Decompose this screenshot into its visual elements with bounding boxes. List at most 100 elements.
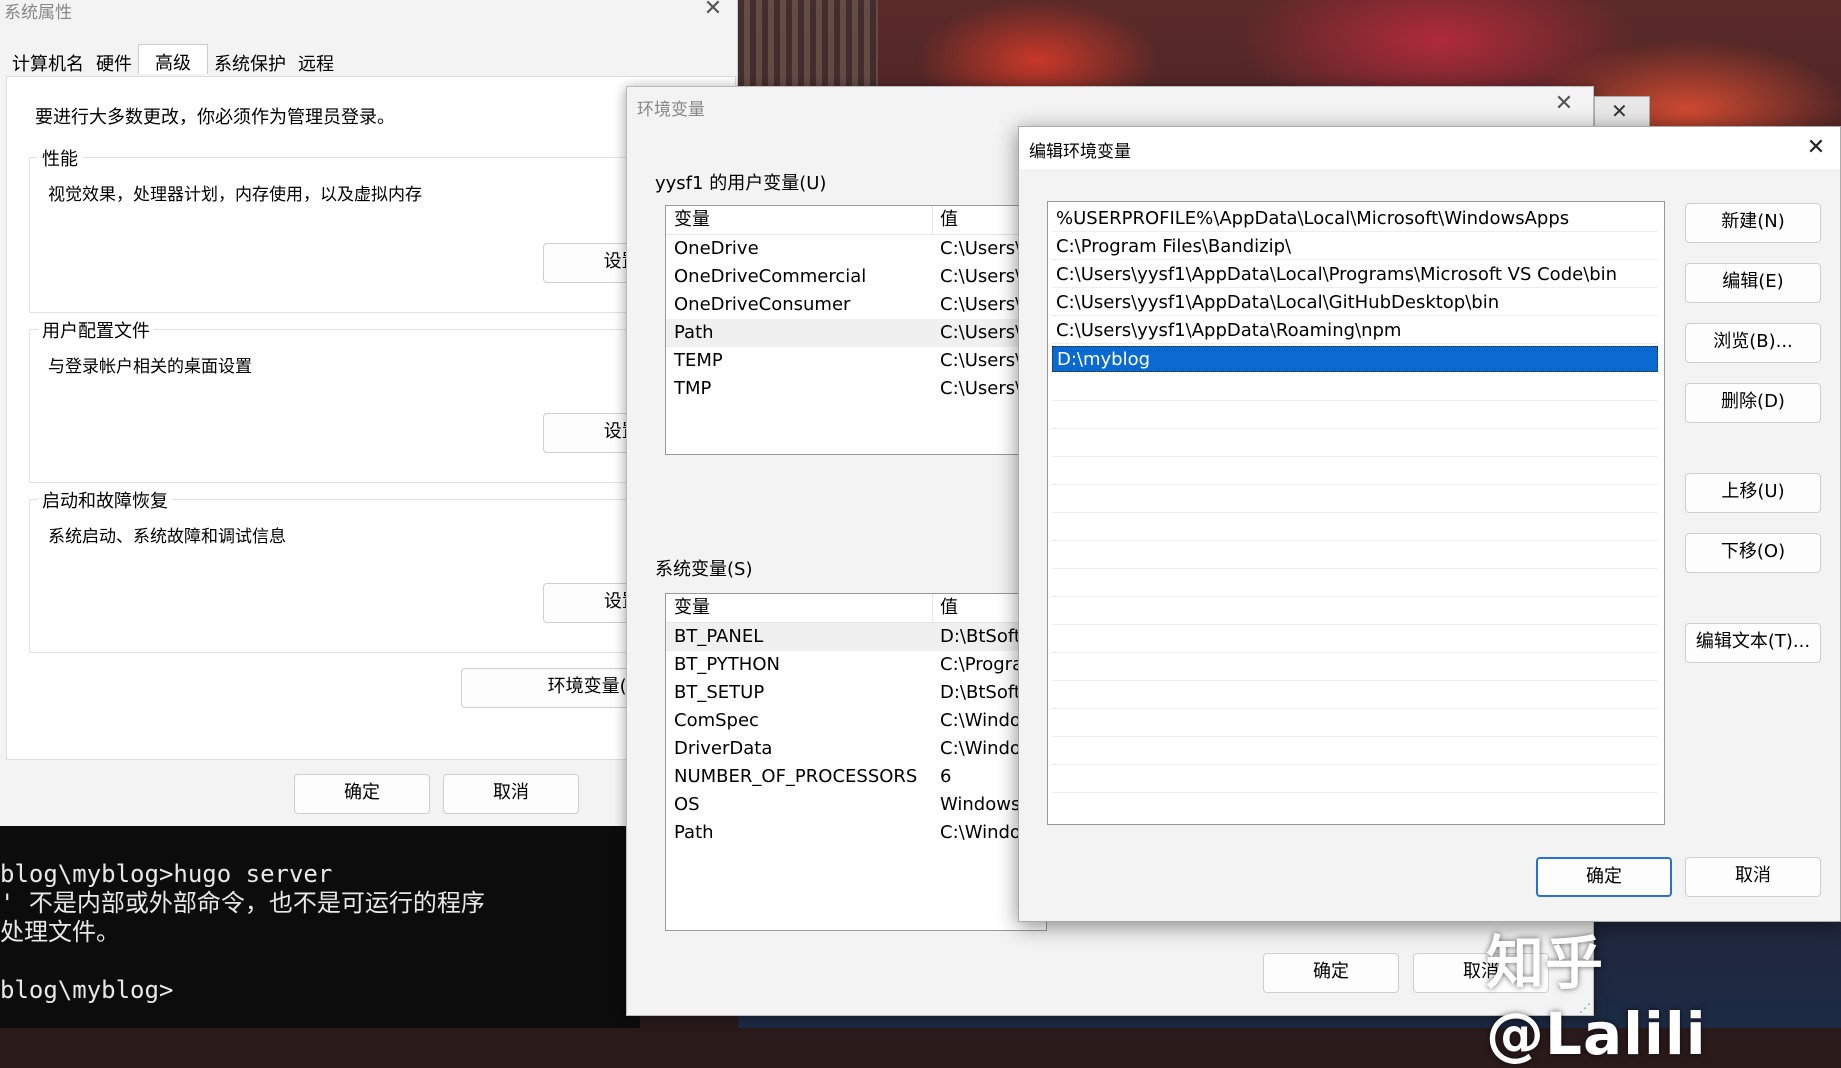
variable-name: BT_SETUP bbox=[674, 682, 765, 703]
variable-name: OneDrive bbox=[674, 238, 759, 259]
list-item[interactable]: OneDriveCommercial C:\Users\ bbox=[666, 263, 1046, 291]
variable-value: C:\Users\ bbox=[940, 322, 1022, 343]
window-title: 编辑环境变量 bbox=[1029, 142, 1131, 162]
row-divider bbox=[1052, 764, 1658, 765]
close-icon[interactable]: ✕ bbox=[1549, 91, 1579, 116]
path-entry[interactable]: C:\Program Files\Bandizip\ bbox=[1052, 234, 1658, 260]
terminal-line: blog\myblog>hugo server bbox=[0, 860, 333, 888]
list-item[interactable]: BT_SETUP D:\BtSoft bbox=[666, 679, 1046, 707]
background-window-edge: ✕ bbox=[1594, 96, 1650, 128]
window-title: 系统属性 bbox=[4, 3, 72, 23]
tab-advanced[interactable]: 高级 bbox=[138, 44, 208, 74]
variable-name: OneDriveConsumer bbox=[674, 294, 851, 315]
new-button[interactable]: 新建(N) bbox=[1685, 203, 1821, 243]
column-header-value[interactable]: 值 bbox=[940, 594, 958, 622]
delete-button[interactable]: 删除(D) bbox=[1685, 383, 1821, 423]
row-divider bbox=[1052, 568, 1658, 569]
variable-name: OneDriveCommercial bbox=[674, 266, 867, 287]
row-divider bbox=[1052, 624, 1658, 625]
tab-remote[interactable]: 远程 bbox=[292, 46, 340, 76]
column-header-variable[interactable]: 变量 bbox=[674, 594, 710, 622]
path-entry[interactable]: C:\Users\yysf1\AppData\Local\Programs\Mi… bbox=[1052, 262, 1658, 288]
column-divider[interactable] bbox=[932, 594, 933, 622]
list-item[interactable]: TEMP C:\Users\ bbox=[666, 347, 1046, 375]
group-description: 与登录帐户相关的桌面设置 bbox=[48, 357, 252, 377]
list-item[interactable]: OS Windows bbox=[666, 791, 1046, 819]
tab-bar: 计算机名 硬件 高级 系统保护 远程 bbox=[6, 44, 340, 76]
path-list[interactable]: %USERPROFILE%\AppData\Local\Microsoft\Wi… bbox=[1047, 201, 1665, 825]
row-divider bbox=[1052, 400, 1658, 401]
variable-value: C:\Users\ bbox=[940, 266, 1022, 287]
list-item[interactable]: OneDrive C:\Users\ bbox=[666, 235, 1046, 263]
ok-button[interactable]: 确定 bbox=[1263, 953, 1399, 993]
edit-button[interactable]: 编辑(E) bbox=[1685, 263, 1821, 303]
list-item[interactable]: TMP C:\Users\ bbox=[666, 375, 1046, 403]
list-item[interactable]: ComSpec C:\Windo bbox=[666, 707, 1046, 735]
edit-environment-variable-window: 编辑环境变量 ✕ %USERPROFILE%\AppData\Local\Mic… bbox=[1018, 126, 1841, 922]
list-item[interactable]: OneDriveConsumer C:\Users\ bbox=[666, 291, 1046, 319]
row-divider bbox=[1052, 512, 1658, 513]
close-icon[interactable]: ✕ bbox=[1611, 99, 1628, 123]
variable-name: DriverData bbox=[674, 738, 773, 759]
titlebar: 环境变量 ✕ bbox=[627, 87, 1593, 121]
user-variables-list[interactable]: 变量 值 OneDrive C:\Users\ OneDriveCommercia… bbox=[665, 205, 1047, 455]
path-entry[interactable]: C:\Users\yysf1\AppData\Roaming\npm bbox=[1052, 318, 1658, 344]
variable-value: C:\Windo bbox=[940, 738, 1021, 759]
cancel-button[interactable]: 取消 bbox=[1685, 857, 1821, 897]
variable-name: OS bbox=[674, 794, 700, 815]
system-variables-label: 系统变量(S) bbox=[655, 559, 753, 580]
tab-computer-name[interactable]: 计算机名 bbox=[6, 46, 90, 76]
browse-button[interactable]: 浏览(B)... bbox=[1685, 323, 1821, 363]
close-icon[interactable]: ✕ bbox=[698, 0, 728, 21]
path-entry-selected[interactable]: D:\myblog bbox=[1052, 346, 1658, 372]
edit-text-button[interactable]: 编辑文本(T)... bbox=[1685, 623, 1821, 663]
variable-name: NUMBER_OF_PROCESSORS bbox=[674, 766, 918, 787]
column-header-value[interactable]: 值 bbox=[940, 206, 958, 234]
group-description: 视觉效果，处理器计划，内存使用，以及虚拟内存 bbox=[48, 185, 422, 205]
move-up-button[interactable]: 上移(U) bbox=[1685, 473, 1821, 513]
ok-button[interactable]: 确定 bbox=[294, 774, 430, 814]
row-divider bbox=[1052, 596, 1658, 597]
row-divider bbox=[1052, 428, 1658, 429]
variable-name: TMP bbox=[674, 378, 712, 399]
row-divider bbox=[1052, 792, 1658, 793]
variable-value: 6 bbox=[940, 766, 952, 787]
list-header: 变量 值 bbox=[666, 594, 1046, 623]
tab-hardware[interactable]: 硬件 bbox=[90, 46, 138, 76]
column-divider[interactable] bbox=[932, 206, 933, 234]
list-item-selected[interactable]: Path C:\Users\ bbox=[666, 319, 1046, 347]
terminal-line: blog\myblog> bbox=[0, 976, 174, 1004]
list-item[interactable]: BT_PYTHON C:\Progra bbox=[666, 651, 1046, 679]
watermark: 知乎 @Lalili bbox=[1486, 929, 1707, 1068]
variable-name: BT_PANEL bbox=[674, 626, 764, 647]
titlebar: 系统属性 ✕ bbox=[0, 0, 737, 34]
list-item[interactable]: DriverData C:\Windo bbox=[666, 735, 1046, 763]
close-icon[interactable]: ✕ bbox=[1801, 135, 1831, 160]
path-entry[interactable]: %USERPROFILE%\AppData\Local\Microsoft\Wi… bbox=[1052, 206, 1658, 232]
group-label: 用户配置文件 bbox=[38, 317, 154, 343]
column-header-variable[interactable]: 变量 bbox=[674, 206, 710, 234]
admin-note: 要进行大多数更改，你必须作为管理员登录。 bbox=[35, 107, 395, 128]
cancel-button[interactable]: 取消 bbox=[443, 774, 579, 814]
list-item[interactable]: NUMBER_OF_PROCESSORS 6 bbox=[666, 763, 1046, 791]
row-divider bbox=[1052, 708, 1658, 709]
move-down-button[interactable]: 下移(O) bbox=[1685, 533, 1821, 573]
variable-name: Path bbox=[674, 822, 714, 843]
system-variables-list[interactable]: 变量 值 BT_PANEL D:\BtSoft BT_PYTHON C:\Progr… bbox=[665, 593, 1047, 931]
list-item[interactable]: Path C:\Windo bbox=[666, 819, 1046, 847]
group-label: 启动和故障恢复 bbox=[38, 487, 172, 513]
variable-value: C:\Users\ bbox=[940, 238, 1022, 259]
group-label: 性能 bbox=[38, 145, 82, 171]
variable-value: C:\Progra bbox=[940, 654, 1024, 675]
list-item-selected[interactable]: BT_PANEL D:\BtSoft bbox=[666, 623, 1046, 651]
ok-button[interactable]: 确定 bbox=[1536, 857, 1672, 897]
path-entry[interactable]: C:\Users\yysf1\AppData\Local\GitHubDeskt… bbox=[1052, 290, 1658, 316]
row-divider bbox=[1052, 652, 1658, 653]
variable-value: C:\Windo bbox=[940, 710, 1021, 731]
titlebar: 编辑环境变量 ✕ bbox=[1019, 127, 1840, 169]
terminal-window[interactable]: blog\myblog>hugo server ' 不是内部或外部命令，也不是可… bbox=[0, 826, 640, 1028]
tab-system-protection[interactable]: 系统保护 bbox=[208, 46, 292, 76]
variable-name: TEMP bbox=[674, 350, 723, 371]
row-divider bbox=[1052, 484, 1658, 485]
